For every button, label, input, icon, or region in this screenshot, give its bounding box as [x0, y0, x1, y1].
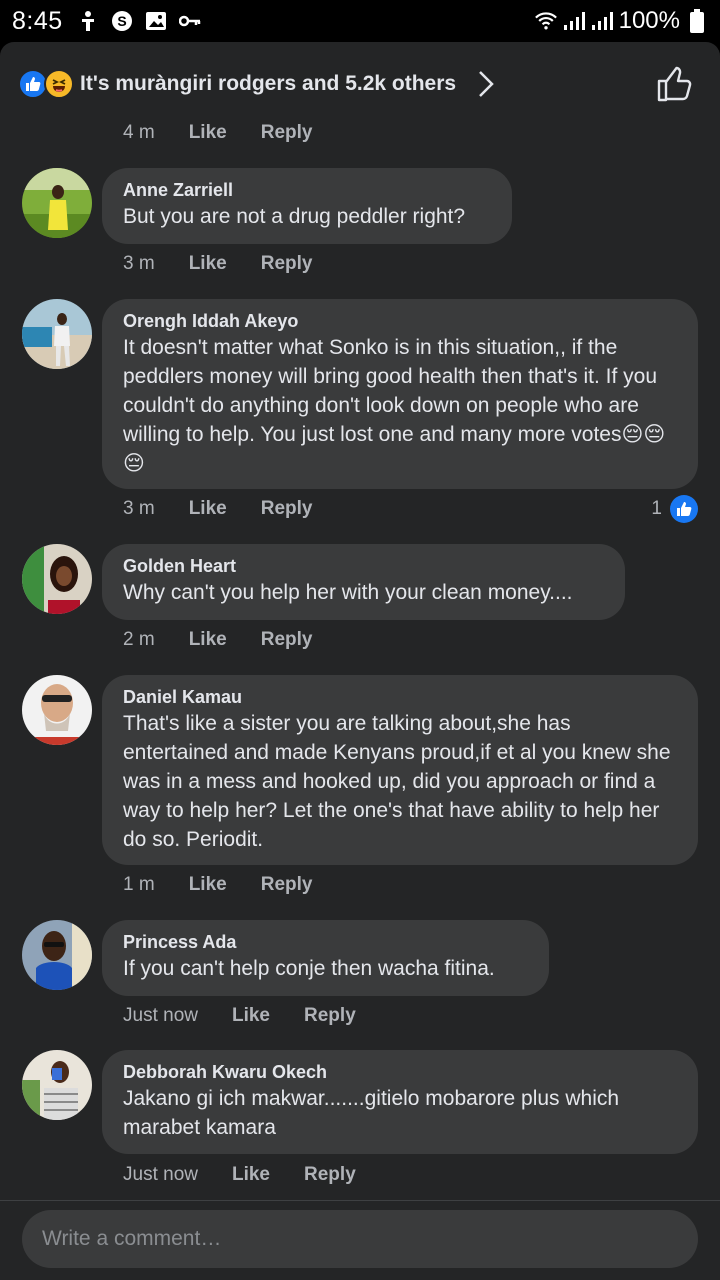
reaction-count: 1: [651, 498, 662, 519]
comment-text: It doesn't matter what Sonko is in this …: [123, 336, 666, 475]
avatar[interactable]: [22, 675, 92, 745]
comment-reply-button[interactable]: Reply: [261, 629, 313, 651]
haha-reaction-icon: [44, 69, 74, 99]
comment-meta-row: 1 m Like Reply: [123, 874, 346, 896]
wifi-icon: [534, 10, 557, 32]
battery-percentage: 100%: [618, 7, 680, 34]
comment-reply-button[interactable]: Reply: [261, 498, 313, 520]
comment-time: Just now: [123, 1005, 198, 1026]
comment-like-button[interactable]: Like: [189, 874, 227, 896]
comment-reply-button[interactable]: Reply: [304, 1005, 356, 1027]
comment-bubble[interactable]: Golden Heart Why can't you help her with…: [102, 544, 625, 620]
comment-like-button[interactable]: Like: [232, 1164, 270, 1186]
comment-author[interactable]: Daniel Kamau: [123, 685, 678, 709]
comment-time: 4 m: [123, 122, 155, 143]
signal-icon: [591, 10, 613, 32]
battery-icon: [686, 9, 708, 33]
comment-author[interactable]: Princess Ada: [123, 930, 529, 954]
comment-meta-row: 3 m Like Reply: [123, 253, 346, 275]
reactions-text: It's muràngiri rodgers and 5.2k others: [80, 72, 457, 95]
avatar[interactable]: [22, 168, 92, 238]
comment-meta-row: 4 m Like Reply: [123, 122, 346, 144]
comment-time: Just now: [123, 1164, 198, 1185]
comment-time: 1 m: [123, 874, 155, 895]
reactions-summary[interactable]: It's muràngiri rodgers and 5.2k others: [18, 66, 702, 102]
comment-text: Jakano gi ich makwar.......gitielo mobar…: [123, 1087, 620, 1139]
avatar[interactable]: [22, 299, 92, 369]
comment-meta-row: Just now Like Reply: [123, 1164, 390, 1186]
comment-text: Why can't you help her with your clean m…: [123, 581, 573, 604]
svg-text:S: S: [117, 13, 126, 29]
avatar[interactable]: [22, 920, 92, 990]
comment-meta-row: 3 m Like Reply: [123, 498, 346, 520]
comment-bubble[interactable]: Orengh Iddah Akeyo It doesn't matter wha…: [102, 299, 698, 489]
comment-bubble[interactable]: Anne Zarriell But you are not a drug ped…: [102, 168, 512, 244]
signal-icon: [563, 10, 585, 32]
comment-reply-button[interactable]: Reply: [261, 874, 313, 896]
avatar[interactable]: [22, 1050, 92, 1120]
status-time: 8:45: [12, 6, 63, 35]
divider: [0, 1200, 720, 1201]
avatar[interactable]: [22, 544, 92, 614]
comment-like-button[interactable]: Like: [189, 629, 227, 651]
comment-time: 3 m: [123, 253, 155, 274]
comment-reply-button[interactable]: Reply: [261, 253, 313, 275]
comment-time: 3 m: [123, 498, 155, 519]
s-app-icon: S: [111, 10, 133, 32]
comment-text: But you are not a drug peddler right?: [123, 205, 466, 228]
comment-like-button[interactable]: Like: [232, 1005, 270, 1027]
comment-input[interactable]: Write a comment…: [22, 1210, 698, 1268]
comment-meta-row: Just now Like Reply: [123, 1005, 390, 1027]
comment-author[interactable]: Debborah Kwaru Okech: [123, 1060, 678, 1084]
comment-like-button[interactable]: Like: [189, 122, 227, 144]
comment-input-placeholder: Write a comment…: [42, 1227, 222, 1250]
comments-sheet: It's muràngiri rodgers and 5.2k others 4…: [0, 42, 720, 1280]
status-bar: 8:45 S 100%: [0, 0, 720, 42]
like-reaction-icon: [670, 495, 698, 523]
comment-author[interactable]: Orengh Iddah Akeyo: [123, 309, 678, 333]
comment-text: If you can't help conje then wacha fitin…: [123, 957, 495, 980]
key-icon: [178, 10, 201, 32]
chevron-right-icon[interactable]: [476, 69, 496, 99]
like-post-icon[interactable]: [654, 64, 694, 104]
comment-text: That's like a sister you are talking abo…: [123, 712, 671, 851]
comment-like-button[interactable]: Like: [189, 253, 227, 275]
comment-bubble[interactable]: Debborah Kwaru Okech Jakano gi ich makwa…: [102, 1050, 698, 1154]
gallery-icon: [145, 10, 167, 32]
comment-author[interactable]: Anne Zarriell: [123, 178, 492, 202]
comment-time: 2 m: [123, 629, 155, 650]
comment-reply-button[interactable]: Reply: [304, 1164, 356, 1186]
comment-meta-row: 2 m Like Reply: [123, 629, 346, 651]
comment-bubble[interactable]: Daniel Kamau That's like a sister you ar…: [102, 675, 698, 865]
comment-reaction-count[interactable]: 1: [651, 495, 698, 523]
comment-reply-button[interactable]: Reply: [261, 122, 313, 144]
comment-bubble[interactable]: Princess Ada If you can't help conje the…: [102, 920, 549, 996]
comment-like-button[interactable]: Like: [189, 498, 227, 520]
comment-author[interactable]: Golden Heart: [123, 554, 605, 578]
accessibility-icon: [77, 10, 99, 32]
